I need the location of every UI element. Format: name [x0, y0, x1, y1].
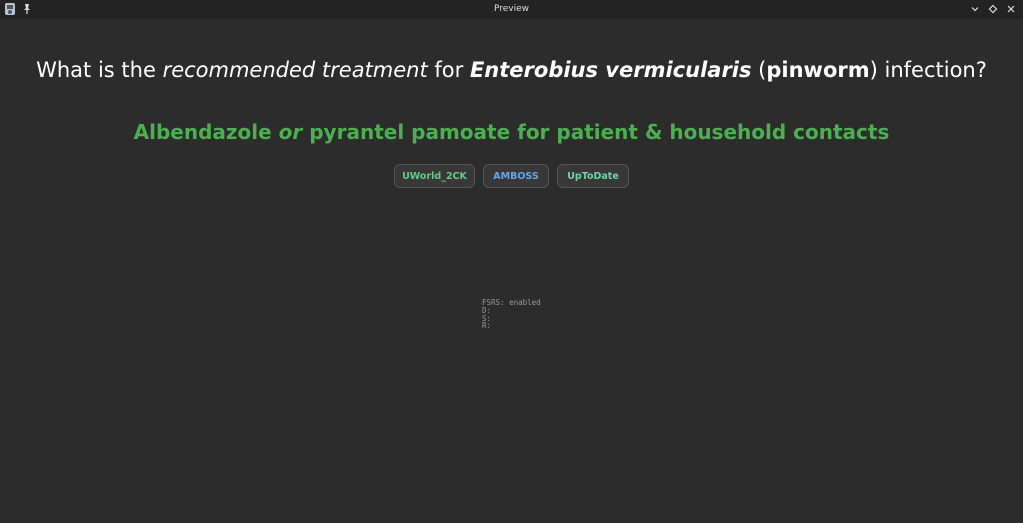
fsrs-info: FSRS: enabled D: S: R: — [482, 299, 541, 330]
window-title: Preview — [493, 4, 530, 14]
minimize-button[interactable] — [969, 3, 981, 15]
source-tags: UWorld_2CK AMBOSS UpToDate — [0, 164, 1023, 188]
window-controls — [969, 3, 1017, 15]
diamond-icon — [988, 4, 998, 14]
maximize-button[interactable] — [987, 3, 999, 15]
close-button[interactable] — [1005, 3, 1017, 15]
question-organism: Enterobius vermicularis — [469, 58, 752, 82]
answer-text: pyrantel pamoate for patient & household… — [302, 120, 890, 144]
answer-text: Albendazole — [133, 120, 279, 144]
source-button-uptodate[interactable]: UpToDate — [557, 164, 629, 188]
question-text: What is the — [36, 58, 163, 82]
close-icon — [1007, 5, 1015, 13]
question-common-name: pinworm — [766, 58, 870, 82]
question-emphasis: recommended treatment — [162, 58, 428, 82]
answer-emphasis: or — [278, 120, 303, 144]
card-answer: Albendazole or pyrantel pamoate for pati… — [0, 120, 1023, 144]
fsrs-retrievability: R: — [482, 321, 492, 331]
card-preview: What is the recommended treatment for En… — [0, 19, 1023, 523]
chevron-down-icon — [971, 7, 979, 12]
source-button-uworld[interactable]: UWorld_2CK — [394, 164, 475, 188]
question-text: for — [427, 58, 470, 82]
card-question: What is the recommended treatment for En… — [0, 58, 1023, 82]
question-text: ( — [751, 58, 767, 82]
question-text: ) infection? — [869, 58, 987, 82]
window-titlebar: Preview — [0, 0, 1023, 19]
source-button-amboss[interactable]: AMBOSS — [483, 164, 549, 188]
